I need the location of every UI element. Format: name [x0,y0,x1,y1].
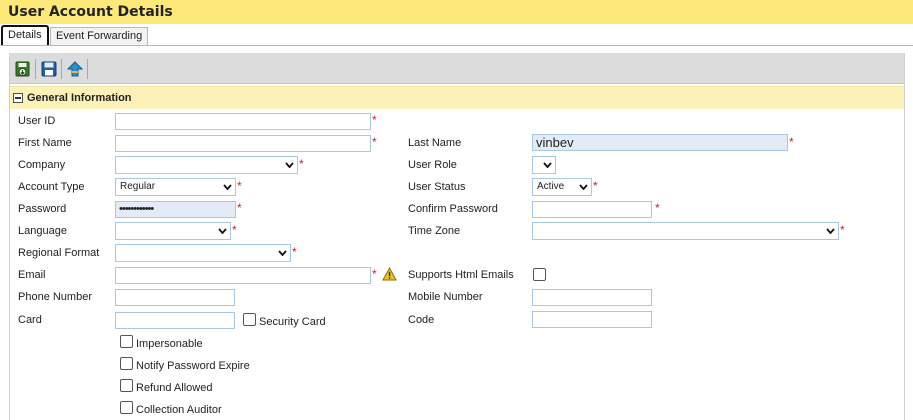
chevron-down-icon [278,250,287,256]
required-marker: * [655,201,660,215]
mobile-number-input[interactable] [532,289,652,306]
regional-format-select[interactable] [115,244,291,262]
tab-details[interactable]: Details [1,25,49,46]
notify-password-expire-checkbox[interactable] [120,357,133,370]
account-type-value: Regular [120,181,156,192]
chevron-down-icon [223,184,232,190]
email-input[interactable] [115,267,371,284]
required-marker: * [840,223,845,237]
required-marker: * [593,179,598,193]
tab-bar: Details Event Forwarding [0,24,913,46]
section-header: General Information [10,86,904,109]
save-and-close-icon[interactable] [14,60,32,78]
card-label: Card [18,314,42,326]
collection-auditor-label: Collection Auditor [136,404,222,416]
user-role-select[interactable] [532,156,556,174]
details-panel: General Information User ID * First Name… [9,53,905,420]
warning-triangle-icon [382,267,397,281]
confirm-password-input[interactable] [532,201,652,218]
required-marker: * [372,267,377,281]
impersonable-label: Impersonable [136,338,203,350]
required-marker: * [299,157,304,171]
required-marker: * [232,223,237,237]
user-role-label: User Role [408,159,457,171]
account-type-label: Account Type [18,181,85,193]
notify-password-expire-label: Notify Password Expire [136,360,250,372]
required-marker: * [372,135,377,149]
user-status-value: Active [537,181,565,192]
collection-auditor-checkbox[interactable] [120,401,133,414]
email-label: Email [18,269,46,281]
chevron-down-icon [826,228,835,234]
required-marker: * [789,135,794,149]
user-id-label: User ID [18,115,56,127]
go-back-icon[interactable] [66,60,84,78]
chevron-down-icon [579,184,588,190]
user-status-label: User Status [408,181,466,193]
save-icon[interactable] [40,60,58,78]
chevron-down-icon [543,162,552,168]
regional-format-label: Regional Format [18,247,100,259]
toolbar-separator [87,59,88,79]
refund-allowed-checkbox[interactable] [120,379,133,392]
toolbar-separator [61,59,62,79]
toolbar-separator [35,59,36,79]
supports-html-emails-label: Supports Html Emails [408,269,514,281]
first-name-label: First Name [18,137,72,149]
supports-html-emails-checkbox[interactable] [533,268,546,281]
section-title: General Information [27,92,132,104]
time-zone-label: Time Zone [408,225,461,237]
required-marker: * [237,179,242,193]
password-label: Password [18,203,67,215]
account-type-select[interactable]: Regular [115,178,236,196]
company-label: Company [18,159,66,171]
toolbar [10,53,904,84]
language-label: Language [18,225,67,237]
collapse-minus-icon[interactable] [13,93,23,103]
tab-event-forwarding[interactable]: Event Forwarding [50,27,149,45]
phone-number-label: Phone Number [18,291,92,303]
required-marker: * [372,113,377,127]
user-id-input[interactable] [115,113,371,130]
impersonable-checkbox[interactable] [120,335,133,348]
code-label: Code [408,314,435,326]
required-marker: * [237,201,242,215]
user-status-select[interactable]: Active [532,178,592,196]
refund-allowed-label: Refund Allowed [136,382,213,394]
phone-number-input[interactable] [115,289,235,306]
window-title: User Account Details [0,0,913,24]
language-select[interactable] [115,222,231,240]
last-name-input[interactable]: vinbev [532,134,788,151]
security-card-label: Security Card [259,316,326,328]
tab-divider [0,45,913,46]
password-input[interactable]: •••••••••••• [115,201,236,218]
first-name-input[interactable] [115,135,371,152]
card-input[interactable] [115,312,235,329]
company-select[interactable] [115,156,298,174]
chevron-down-icon [285,162,294,168]
mobile-number-label: Mobile Number [408,291,483,303]
chevron-down-icon [218,228,227,234]
last-name-label: Last Name [408,137,462,149]
required-marker: * [292,245,297,259]
security-card-checkbox[interactable] [243,313,256,326]
time-zone-select[interactable] [532,222,839,240]
code-input[interactable] [532,311,652,328]
confirm-password-label: Confirm Password [408,203,498,215]
